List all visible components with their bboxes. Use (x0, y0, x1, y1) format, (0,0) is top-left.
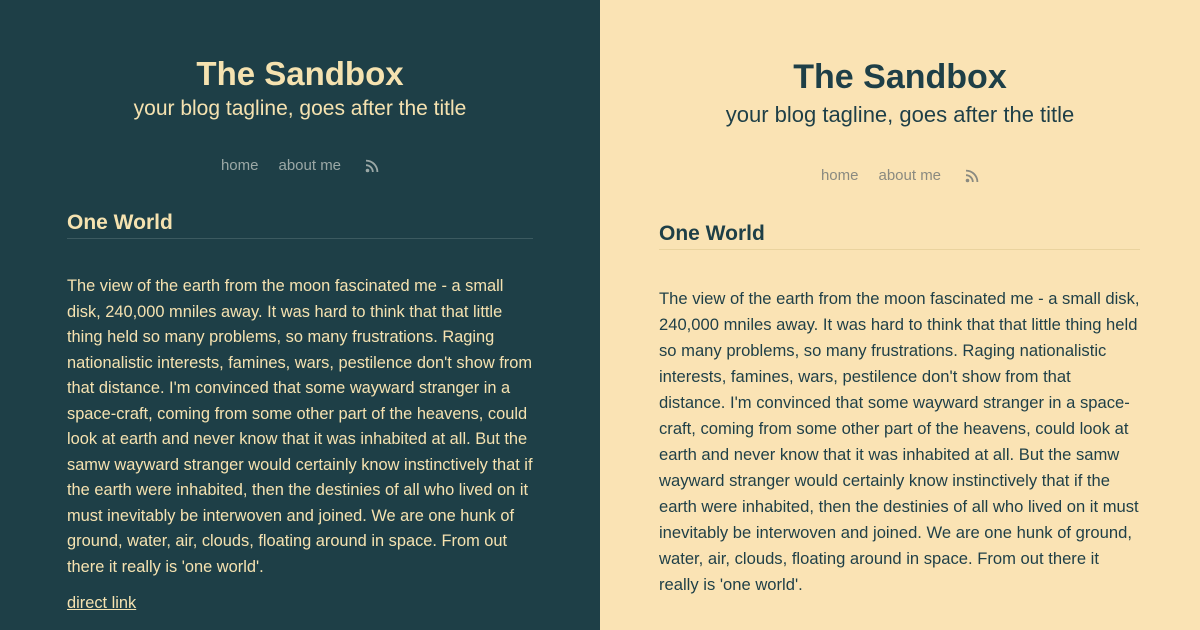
dark-theme-panel: The Sandbox your blog tagline, goes afte… (0, 0, 600, 630)
nav-item-about-me[interactable]: about me (878, 167, 941, 184)
rss-icon[interactable] (965, 169, 979, 183)
light-theme-panel: The Sandbox your blog tagline, goes afte… (600, 0, 1200, 630)
nav-item-about-me[interactable]: about me (278, 157, 341, 174)
site-title[interactable]: The Sandbox (600, 60, 1200, 94)
direct-link[interactable]: direct link (67, 594, 136, 613)
main-nav: home about me (0, 157, 600, 174)
post-title[interactable]: One World (67, 211, 533, 240)
site-header: The Sandbox your blog tagline, goes afte… (600, 0, 1200, 128)
post-body: The view of the earth from the moon fasc… (659, 289, 1140, 595)
rss-icon[interactable] (365, 159, 379, 173)
site-title[interactable]: The Sandbox (0, 57, 600, 90)
site-tagline: your blog tagline, goes after the title (133, 97, 467, 120)
site-tagline: your blog tagline, goes after the title (725, 102, 1075, 127)
nav-item-home[interactable]: home (821, 167, 859, 184)
post-title[interactable]: One World (659, 222, 1140, 251)
post-body: The view of the earth from the moon fasc… (67, 277, 533, 576)
site-header: The Sandbox your blog tagline, goes afte… (0, 0, 600, 121)
nav-item-home[interactable]: home (221, 157, 259, 174)
blog-post: One World The view of the earth from the… (659, 222, 1140, 598)
blog-post: One World The view of the earth from the… (67, 211, 533, 613)
main-nav: home about me (600, 167, 1200, 184)
